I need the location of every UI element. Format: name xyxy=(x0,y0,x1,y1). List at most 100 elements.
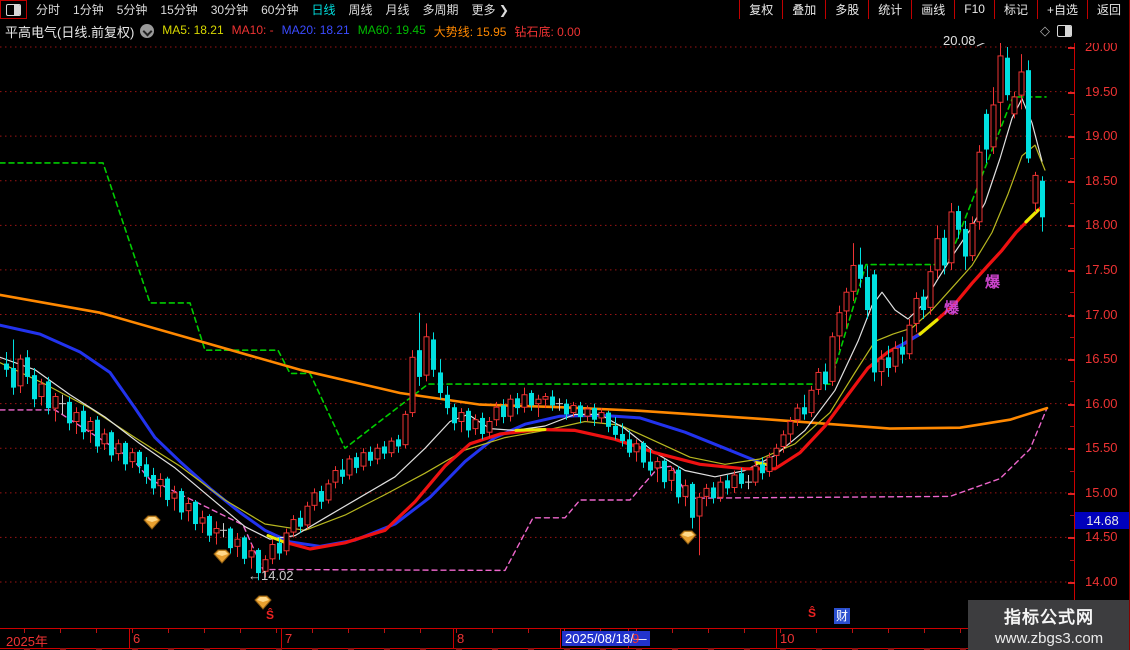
candle-down xyxy=(984,113,989,150)
candle-up xyxy=(157,478,164,487)
price-tick xyxy=(1068,180,1075,183)
price-tick xyxy=(1068,91,1075,94)
candle-up xyxy=(892,347,899,367)
period-menu-item-多周期[interactable]: 多周期 xyxy=(423,1,459,18)
price-tick xyxy=(1068,448,1075,451)
month-separator xyxy=(281,629,282,648)
candle-down xyxy=(165,478,170,500)
chevron-down-icon[interactable] xyxy=(140,24,155,38)
price-tick xyxy=(1070,336,1075,338)
tools-menu-item-统计[interactable]: 统计 xyxy=(868,0,911,19)
candle-down xyxy=(67,401,72,424)
candle-up xyxy=(374,447,381,460)
period-menu-item-日线[interactable]: 日线 xyxy=(311,1,335,18)
candle-down xyxy=(193,501,198,525)
candle-down xyxy=(858,264,863,279)
date-axis-label: 8 xyxy=(457,631,465,646)
candle-up xyxy=(787,421,794,435)
diamond-outline-icon[interactable]: ◇ xyxy=(1040,23,1050,39)
indicator-MA20: MA20: 18.21 xyxy=(281,22,350,37)
candle-down xyxy=(802,407,807,415)
tools-menu-item-标记[interactable]: 标记 xyxy=(993,0,1037,19)
ma20-blue xyxy=(0,323,772,548)
period-menu-item-分时[interactable]: 分时 xyxy=(36,1,60,18)
candle-up xyxy=(213,528,220,534)
tools-menu-item-画线[interactable]: 画线 xyxy=(911,0,954,19)
indicator-大势线: 大势线: 15.95 xyxy=(433,24,507,39)
indicator-MA60: MA60: 19.45 xyxy=(357,22,426,37)
candle-down xyxy=(1040,180,1045,218)
candle-down xyxy=(1005,57,1010,96)
candle-down xyxy=(921,296,926,311)
price-axis-label: 18.00 xyxy=(1085,217,1118,233)
watermark: 指标公式网 www.zbgs3.com xyxy=(968,600,1130,650)
candle-down xyxy=(368,451,373,461)
candle-down xyxy=(676,469,681,498)
candle-up xyxy=(115,443,122,455)
candle-up xyxy=(836,312,843,337)
period-menu-item-周线[interactable]: 周线 xyxy=(348,1,372,18)
period-menu-item-30分钟[interactable]: 30分钟 xyxy=(211,1,248,18)
panel-toggle-icon[interactable] xyxy=(1057,25,1072,37)
stock-title: 平高电气(日线.前复权) xyxy=(5,24,135,40)
price-axis-label: 17.50 xyxy=(1085,261,1118,277)
candle-down xyxy=(760,464,765,474)
candle-up xyxy=(493,406,500,421)
tools-menu-item-返回[interactable]: 返回 xyxy=(1086,0,1130,19)
candle-up xyxy=(409,356,416,414)
candle-up xyxy=(1011,96,1018,115)
candle-up xyxy=(927,271,934,308)
ma-thin-yellow xyxy=(0,144,1046,531)
candle-up xyxy=(304,505,311,526)
date-tick xyxy=(672,629,673,633)
candle-up xyxy=(423,336,430,376)
burst-signal-label: 爆 xyxy=(944,300,960,317)
date-axis-label: 6 xyxy=(133,631,141,646)
candle-up xyxy=(73,412,80,423)
date-tick xyxy=(60,629,61,633)
candle-up xyxy=(633,443,640,453)
period-menu-item-15分钟[interactable]: 15分钟 xyxy=(160,1,197,18)
date-tick xyxy=(240,629,241,633)
candle-up xyxy=(878,358,885,373)
date-tick xyxy=(852,629,853,633)
candle-down xyxy=(4,363,9,370)
candle-up xyxy=(997,55,1004,103)
period-menu-item-月线[interactable]: 月线 xyxy=(386,1,410,18)
tools-menu-item-复权[interactable]: 复权 xyxy=(739,0,782,19)
trend-line-red xyxy=(282,205,1044,551)
candle-down xyxy=(956,211,961,230)
window-toggle-button[interactable] xyxy=(0,0,27,19)
period-menu-item-5分钟[interactable]: 5分钟 xyxy=(117,1,148,18)
tools-menu-item-多股[interactable]: 多股 xyxy=(825,0,868,19)
period-menu-item-60分钟[interactable]: 60分钟 xyxy=(261,1,298,18)
candle-up xyxy=(269,544,276,560)
candle-down xyxy=(592,408,597,420)
date-tick xyxy=(168,629,169,633)
date-tick xyxy=(96,629,97,633)
candle-up xyxy=(843,291,850,312)
price-axis-label: 15.00 xyxy=(1085,484,1118,500)
candle-down xyxy=(81,410,86,433)
price-tick xyxy=(1068,537,1075,540)
tools-menu-item-叠加[interactable]: 叠加 xyxy=(782,0,825,19)
indicator-MA5: MA5: 18.21 xyxy=(162,22,224,37)
candle-down xyxy=(872,274,877,373)
date-axis-label: 7 xyxy=(285,631,293,646)
candle-down xyxy=(109,432,114,456)
candlestick-chart[interactable] xyxy=(0,0,1130,650)
candle-up xyxy=(283,532,290,552)
candle-down xyxy=(529,392,534,406)
date-tick xyxy=(528,629,529,633)
candle-down xyxy=(137,451,142,467)
tools-menu-item-F10[interactable]: F10 xyxy=(954,0,994,19)
candle-up xyxy=(815,371,822,390)
month-separator xyxy=(560,629,561,648)
candle-down xyxy=(382,446,387,454)
period-menu-item-更多 ❯[interactable]: 更多 ❯ xyxy=(472,1,509,18)
period-menu-item-1分钟[interactable]: 1分钟 xyxy=(73,1,104,18)
tools-menu-item-+自选[interactable]: +自选 xyxy=(1036,0,1087,19)
candle-down xyxy=(340,469,345,477)
candle-down xyxy=(354,457,359,468)
app-window: 分时 1分钟 5分钟 15分钟 30分钟 60分钟 日线 周线 月线 多周期 更多 ❯ 复权 叠加 多股… xyxy=(0,0,1130,650)
